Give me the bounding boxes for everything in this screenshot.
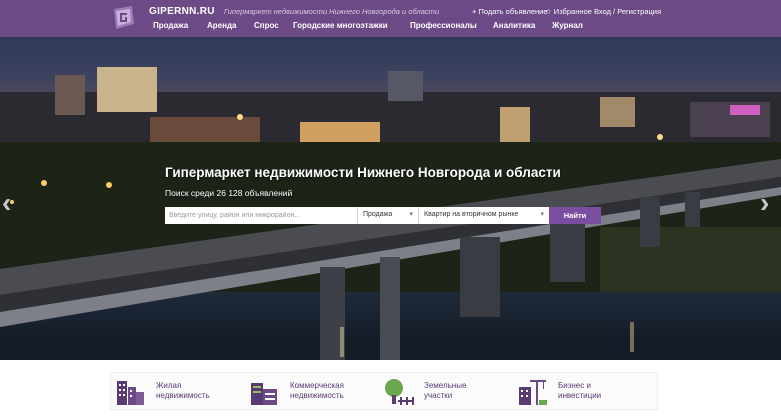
category-label-line2: недвижимость [156, 391, 210, 400]
nav-item-professionals[interactable]: Профессионалы [410, 21, 477, 30]
nav-item-journal[interactable]: Журнал [552, 21, 583, 30]
nav-item-analytics[interactable]: Аналитика [493, 21, 535, 30]
category-label: Коммерческая недвижимость [290, 381, 344, 401]
category-label-line1: Коммерческая [290, 381, 344, 390]
listing-count: Поиск среди 26 128 объявлений [165, 188, 293, 198]
category-commercial[interactable]: Коммерческая недвижимость [248, 373, 378, 411]
chevron-down-icon: ▾ [409, 211, 413, 218]
property-type-value: Квартир на вторичном рынке [424, 211, 519, 218]
slider-prev-arrow[interactable]: ‹ [2, 187, 11, 219]
logo-text[interactable]: GIPERNN.RU [149, 6, 215, 17]
slider-next-arrow[interactable]: › [760, 187, 769, 219]
add-listing-link[interactable]: + Подать объявление [472, 7, 548, 16]
nav-item-demand[interactable]: Спрос [254, 21, 279, 30]
hero-banner: Гипермаркет недвижимости Нижнего Новгоро… [0, 37, 781, 360]
site-tagline: Гипермаркет недвижимости Нижнего Новгоро… [224, 7, 440, 16]
category-label-line2: участки [424, 391, 453, 400]
category-label: Земельные участки [424, 381, 466, 401]
category-business[interactable]: Бизнес и инвестиции [516, 373, 656, 411]
logo-icon[interactable] [110, 4, 138, 32]
category-label-line1: Бизнес и [558, 381, 591, 390]
search-input[interactable] [165, 207, 357, 224]
deal-type-value: Продажа [363, 211, 393, 218]
chevron-down-icon: ▾ [540, 211, 544, 218]
tree-land-icon [385, 379, 414, 405]
site-header: GIPERNN.RU Гипермаркет недвижимости Нижн… [0, 0, 781, 37]
category-label-line1: Жилая [156, 381, 182, 390]
commercial-building-icon [251, 383, 277, 405]
category-bar: Жилая недвижимость Коммерческая недвижим… [110, 372, 658, 410]
business-crane-icon [519, 380, 547, 405]
property-type-select[interactable]: Квартир на вторичном рынке ▾ [418, 207, 549, 224]
hero-title: Гипермаркет недвижимости Нижнего Новгоро… [165, 165, 561, 180]
search-button[interactable]: Найти [549, 207, 601, 224]
category-label-line2: инвестиции [558, 391, 602, 400]
category-label: Бизнес и инвестиции [558, 381, 601, 401]
nav-item-highrises[interactable]: Городские многоэтажки [293, 21, 388, 30]
category-land[interactable]: Земельные участки [382, 373, 512, 411]
residential-building-icon [117, 381, 144, 405]
favorites-link[interactable]: ☆ Избранное [545, 7, 592, 16]
category-residential[interactable]: Жилая недвижимость [114, 373, 244, 411]
category-label: Жилая недвижимость [156, 381, 210, 401]
login-link[interactable]: Вход / Регистрация [594, 7, 661, 16]
nav-item-rent[interactable]: Аренда [207, 21, 236, 30]
category-label-line1: Земельные [424, 381, 467, 390]
deal-type-select[interactable]: Продажа ▾ [357, 207, 418, 224]
nav-item-sale[interactable]: Продажа [153, 21, 188, 30]
category-label-line2: недвижимость [290, 391, 344, 400]
city-night-photo [0, 37, 781, 360]
